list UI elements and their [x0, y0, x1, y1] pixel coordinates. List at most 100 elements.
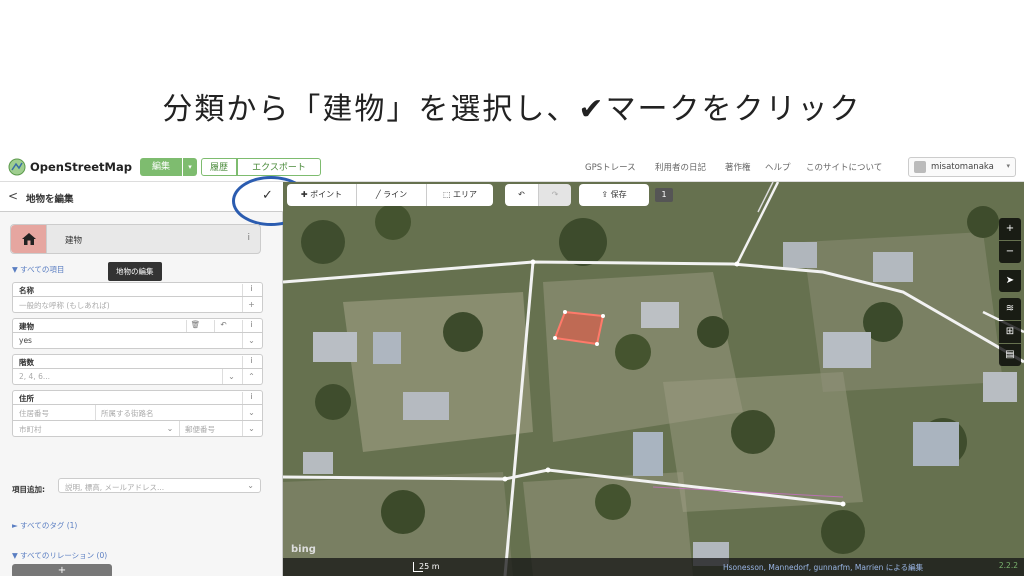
add-field-combobox[interactable]: 説明, 標高, メールアドレス... ⌄ — [58, 478, 261, 493]
preset-selector[interactable]: 建物 i — [10, 224, 261, 254]
info-icon[interactable]: i — [247, 233, 250, 243]
redo-button[interactable]: ↷ — [539, 184, 571, 206]
building-field-label: 建物 🗑 ↶ i — [12, 318, 263, 333]
all-relations-toggle[interactable]: ▼ すべてのリレーション (0) — [12, 550, 107, 561]
building-label-text: 建物 — [19, 322, 34, 331]
map-data-icon: ⊞ — [1005, 326, 1015, 337]
info-icon[interactable]: i — [242, 392, 260, 404]
building-field[interactable]: yes ⌄ — [12, 333, 263, 349]
map-canvas[interactable]: ✚ ポイント ╱ ライン ⬚ エリア ↶ ↷ ⇪ 保存 1 + − ➤ ≋ ⊞ … — [283, 182, 1024, 576]
top-nav: OpenStreetMap 編集 ▾ 履歴 エクスポート GPSトレース 利用者… — [0, 152, 1024, 182]
trash-icon[interactable]: 🗑 — [186, 320, 204, 332]
book-icon: ▤ — [1005, 349, 1015, 360]
add-area-button[interactable]: ⬚ エリア — [427, 184, 493, 206]
nav-link-help[interactable]: ヘルプ — [765, 161, 791, 173]
preset-name: 建物 — [65, 236, 83, 246]
all-tags-toggle[interactable]: ► すべてのタグ (1) — [12, 520, 77, 531]
housenumber-input[interactable]: 住居番号 — [19, 408, 49, 419]
upload-icon: ⇪ — [601, 190, 611, 199]
add-localized-name-icon[interactable]: + — [242, 297, 260, 312]
avatar — [914, 161, 926, 173]
history-button[interactable]: 履歴 — [201, 158, 237, 176]
postcode-input[interactable]: 郵便番号 — [185, 424, 215, 435]
slide-caption: 分類から「建物」を選択し、✔マークをクリック — [0, 84, 1024, 128]
geolocate-icon: ➤ — [1005, 275, 1015, 286]
zoom-out-button[interactable]: − — [999, 241, 1021, 263]
address-street-row: 住居番号 所属する街路名 ⌄ — [12, 405, 263, 421]
edit-dropdown-icon[interactable]: ▾ — [183, 158, 197, 176]
chevron-down-icon[interactable]: ⌄ — [242, 405, 260, 420]
tooltip: 地物の編集 — [108, 262, 162, 281]
satellite-imagery — [283, 182, 1024, 576]
all-fields-toggle[interactable]: ▼ すべての項目 — [12, 264, 64, 275]
building-value: yes — [19, 336, 32, 345]
levels-placeholder: 2, 4, 6... — [19, 372, 51, 381]
help-button[interactable]: ▤ — [999, 344, 1021, 366]
redo-icon: ↷ — [551, 190, 559, 199]
point-label: ポイント — [310, 190, 343, 199]
back-button[interactable]: < — [8, 189, 18, 203]
chevron-down-icon[interactable]: ⌄ — [242, 333, 260, 348]
undo-field-icon[interactable]: ↶ — [214, 320, 232, 332]
undo-icon: ↶ — [518, 190, 525, 199]
scale-label: 25 m — [419, 562, 440, 571]
point-icon: ✚ — [300, 190, 311, 199]
info-icon[interactable]: i — [242, 284, 260, 296]
background-button[interactable]: ≋ — [999, 298, 1021, 320]
street-input[interactable]: 所属する街路名 — [101, 408, 154, 419]
building-icon — [22, 233, 36, 245]
add-point-button[interactable]: ✚ ポイント — [287, 184, 357, 206]
sidebar-title: 地物を編集 — [26, 194, 74, 205]
divider — [179, 421, 180, 436]
name-placeholder: 一般的な呼称 (もしあれば) — [19, 301, 110, 310]
user-name: misatomanaka — [931, 162, 994, 172]
area-label: エリア — [453, 190, 478, 199]
nav-link-gps-traces[interactable]: GPSトレース — [585, 161, 636, 173]
map-data-button[interactable]: ⊞ — [999, 321, 1021, 343]
info-icon[interactable]: i — [242, 320, 260, 332]
chevron-down-icon[interactable]: ⌄ — [242, 421, 260, 436]
divider — [95, 405, 96, 420]
undo-button[interactable]: ↶ — [505, 184, 539, 206]
save-button[interactable]: ⇪ 保存 — [579, 184, 649, 206]
nav-link-copyright[interactable]: 著作権 — [725, 161, 751, 173]
check-glyph: ✔ — [578, 92, 606, 127]
caption-text-after: マークをクリック — [605, 92, 862, 127]
osm-logo-icon — [8, 158, 26, 176]
nav-link-about[interactable]: このサイトについて — [806, 161, 882, 173]
chevron-down-icon[interactable]: ⌄ — [161, 421, 179, 436]
export-button[interactable]: エクスポート — [237, 158, 321, 176]
name-field-label: 名称 i — [12, 282, 263, 297]
address-field-label: 住所 i — [12, 390, 263, 405]
line-label: ライン — [383, 190, 408, 199]
brand-name[interactable]: OpenStreetMap — [30, 160, 132, 174]
city-input[interactable]: 市町村 — [19, 424, 42, 435]
save-label: 保存 — [610, 190, 627, 199]
geolocate-button[interactable]: ➤ — [999, 270, 1021, 292]
editor-attribution[interactable]: Hsonesson, Mannedorf, gunnarfm, Marrien … — [723, 562, 923, 573]
levels-label-text: 階数 — [19, 358, 34, 367]
name-label-text: 名称 — [19, 286, 34, 295]
zoom-in-button[interactable]: + — [999, 218, 1021, 240]
nav-link-diaries[interactable]: 利用者の日記 — [655, 161, 706, 173]
add-field-label: 項目追加: — [12, 485, 45, 494]
area-icon: ⬚ — [442, 190, 454, 199]
version-label[interactable]: 2.2.2 — [999, 561, 1018, 570]
name-field[interactable]: 一般的な呼称 (もしあれば) + — [12, 297, 263, 313]
layers-icon: ≋ — [1005, 303, 1015, 314]
address-label-text: 住所 — [19, 394, 34, 403]
add-field-placeholder: 説明, 標高, メールアドレス... — [65, 483, 165, 492]
increment-icon[interactable]: ⌃ — [242, 369, 260, 384]
levels-field-label: 階数 i — [12, 354, 263, 369]
osm-editor-screenshot: OpenStreetMap 編集 ▾ 履歴 エクスポート GPSトレース 利用者… — [0, 152, 1024, 576]
caption-text-before: 分類から「建物」を選択し、 — [162, 92, 579, 127]
user-menu[interactable]: misatomanaka ▾ — [908, 157, 1016, 177]
levels-field[interactable]: 2, 4, 6... ⌄ ⌃ — [12, 369, 263, 385]
chevron-down-icon: ⌄ — [247, 481, 254, 490]
add-relation-button[interactable]: + — [12, 564, 112, 576]
edit-button[interactable]: 編集 — [140, 158, 182, 176]
bing-logo: bing — [291, 544, 316, 555]
decrement-icon[interactable]: ⌄ — [222, 369, 240, 384]
add-line-button[interactable]: ╱ ライン — [357, 184, 427, 206]
info-icon[interactable]: i — [242, 356, 260, 368]
